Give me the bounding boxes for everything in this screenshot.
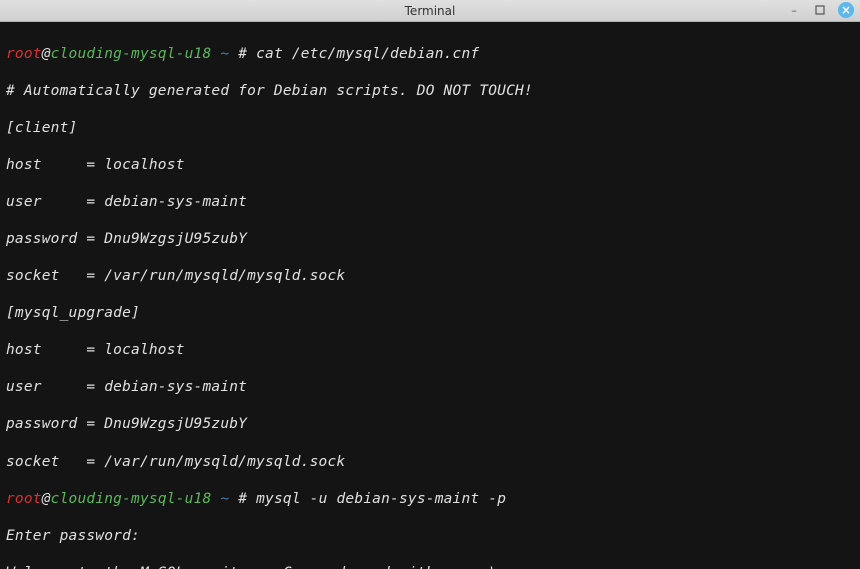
prompt-symbol: # — [238, 46, 256, 62]
output-line: Enter password: — [6, 527, 854, 546]
output-line: [mysql_upgrade] — [6, 304, 854, 323]
terminal-output[interactable]: root@clouding-mysql-u18 ~ # cat /etc/mys… — [0, 22, 860, 569]
window-titlebar: Terminal – × — [0, 0, 860, 22]
output-line: host = localhost — [6, 341, 854, 360]
output-line: password = Dnu9WzgsjU95zubY — [6, 230, 854, 249]
minimize-button[interactable]: – — [786, 2, 802, 18]
output-line: user = debian-sys-maint — [6, 193, 854, 212]
output-line: [client] — [6, 119, 854, 138]
prompt-line: root@clouding-mysql-u18 ~ # cat /etc/mys… — [6, 45, 854, 64]
command-text: cat /etc/mysql/debian.cnf — [256, 46, 479, 62]
prompt-user: root — [6, 491, 42, 507]
prompt-path: ~ — [211, 46, 238, 62]
prompt-host: clouding-mysql-u18 — [51, 46, 212, 62]
close-button[interactable]: × — [838, 2, 854, 18]
output-line: Welcome to the MySQL monitor. Commands e… — [6, 564, 854, 569]
prompt-host: clouding-mysql-u18 — [51, 491, 212, 507]
prompt-at: @ — [42, 46, 51, 62]
prompt-symbol: # — [238, 491, 256, 507]
output-line: password = Dnu9WzgsjU95zubY — [6, 415, 854, 434]
prompt-at: @ — [42, 491, 51, 507]
prompt-line: root@clouding-mysql-u18 ~ # mysql -u deb… — [6, 490, 854, 509]
output-line: socket = /var/run/mysqld/mysqld.sock — [6, 453, 854, 472]
prompt-user: root — [6, 46, 42, 62]
maximize-button[interactable] — [812, 2, 828, 18]
output-line: # Automatically generated for Debian scr… — [6, 82, 854, 101]
output-line: host = localhost — [6, 156, 854, 175]
output-line: socket = /var/run/mysqld/mysqld.sock — [6, 267, 854, 286]
command-text: mysql -u debian-sys-maint -p — [256, 491, 506, 507]
window-controls: – × — [786, 2, 854, 18]
output-line: user = debian-sys-maint — [6, 378, 854, 397]
window-title: Terminal — [405, 4, 456, 18]
prompt-path: ~ — [211, 491, 238, 507]
